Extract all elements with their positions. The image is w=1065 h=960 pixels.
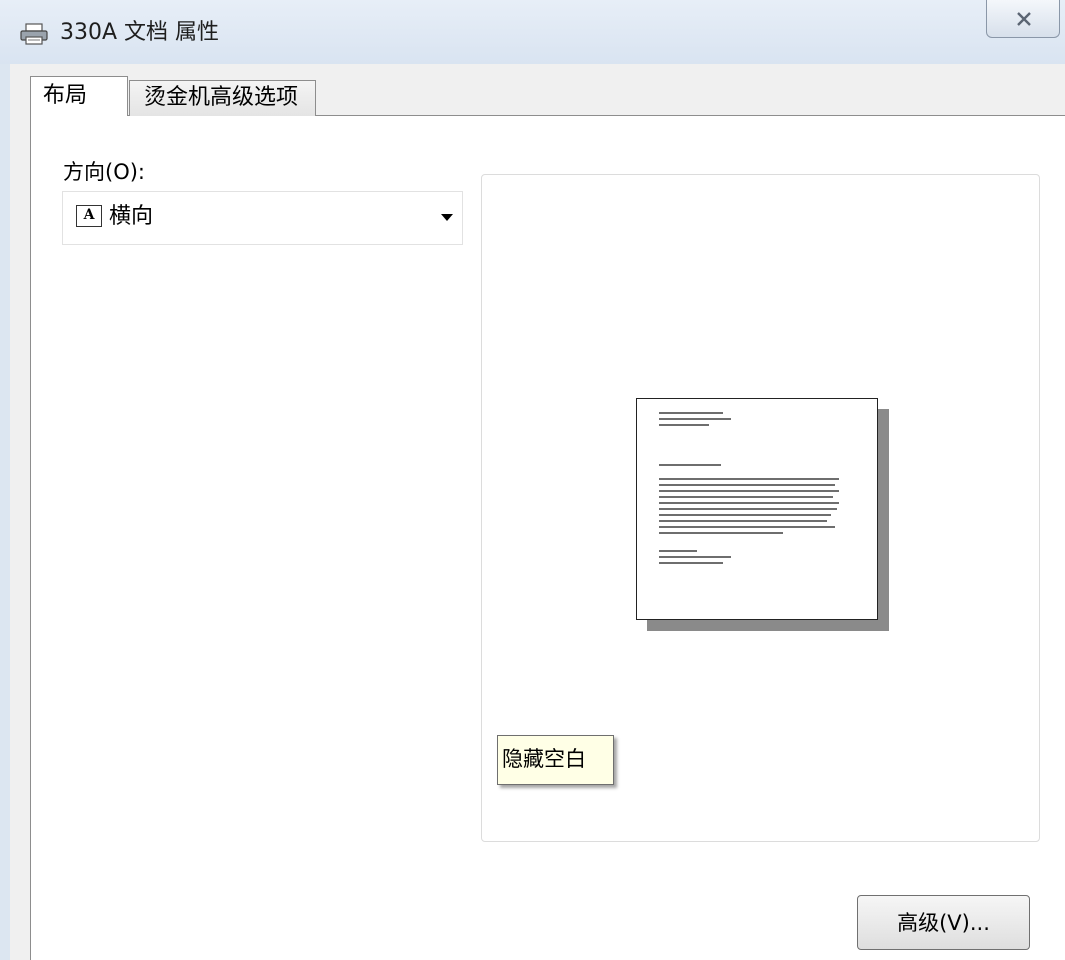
tab-layout[interactable]: 布局 [30, 76, 128, 116]
tab-foil-advanced-options[interactable]: 烫金机高级选项 [129, 80, 316, 116]
landscape-page-icon: A [76, 205, 102, 227]
dropdown-arrow-icon[interactable] [441, 214, 453, 221]
advanced-button[interactable]: 高级(V)... [857, 895, 1030, 950]
tooltip-hide-whitespace: 隐藏空白 [497, 735, 614, 785]
landscape-page-icon-letter: A [83, 207, 95, 223]
title-bar[interactable]: 330A 文档 属性 [0, 0, 1065, 64]
close-button[interactable] [986, 0, 1060, 38]
orientation-select[interactable]: A 横向 [62, 191, 463, 245]
orientation-selected-value: 横向 [109, 204, 154, 229]
page-preview [636, 398, 878, 620]
document-properties-dialog: 330A 文档 属性 布局 烫金机高级选项 方向(O): A 横向 隐藏空白 高… [0, 0, 1065, 960]
orientation-label: 方向(O): [63, 160, 145, 184]
printer-icon [20, 23, 48, 45]
page-preview-text-lines [659, 412, 839, 564]
window-title: 330A 文档 属性 [60, 20, 220, 45]
close-icon [1017, 12, 1031, 26]
